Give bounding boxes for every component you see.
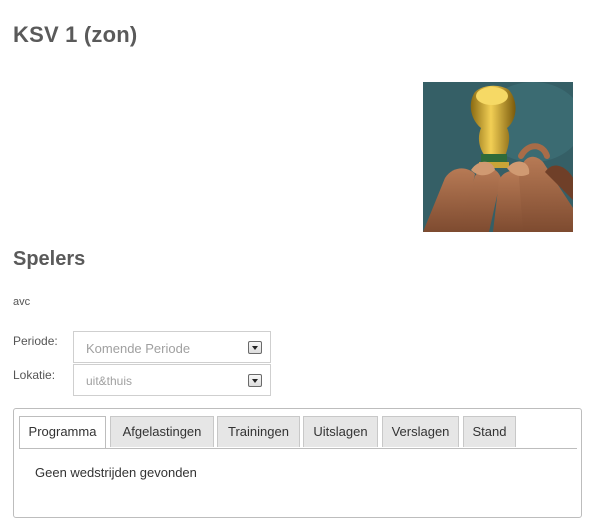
tab-afgelastingen[interactable]: Afgelastingen — [110, 416, 214, 447]
tab-strip: Programma Afgelastingen Trainingen Uitsl… — [19, 416, 577, 449]
chevron-down-icon[interactable] — [248, 374, 262, 387]
periode-selected-value: Komende Periode — [86, 341, 191, 356]
tab-verslagen[interactable]: Verslagen — [382, 416, 459, 447]
team-title: KSV 1 (zon) — [13, 22, 138, 47]
periode-label: Periode: — [13, 334, 58, 348]
players-heading: Spelers — [13, 248, 86, 270]
lokatie-selected-value: uit&thuis — [86, 374, 133, 388]
tab-programma[interactable]: Programma — [19, 416, 106, 448]
no-matches-message: Geen wedstrijden gevonden — [35, 465, 197, 480]
lokatie-label: Lokatie: — [13, 368, 56, 382]
tab-uitslagen[interactable]: Uitslagen — [303, 416, 378, 447]
lokatie-select[interactable]: uit&thuis — [73, 364, 271, 396]
chevron-down-icon[interactable] — [248, 341, 262, 354]
tabs-panel: Programma Afgelastingen Trainingen Uitsl… — [13, 408, 582, 518]
tab-trainingen[interactable]: Trainingen — [217, 416, 300, 447]
trophy-image — [423, 82, 573, 232]
player-name: avc — [13, 296, 31, 308]
page: KSV 1 (zon) Spelers avc Periode: Komende… — [0, 0, 599, 527]
team-photo — [423, 82, 573, 232]
periode-select[interactable]: Komende Periode — [73, 331, 271, 363]
tab-stand[interactable]: Stand — [463, 416, 516, 447]
